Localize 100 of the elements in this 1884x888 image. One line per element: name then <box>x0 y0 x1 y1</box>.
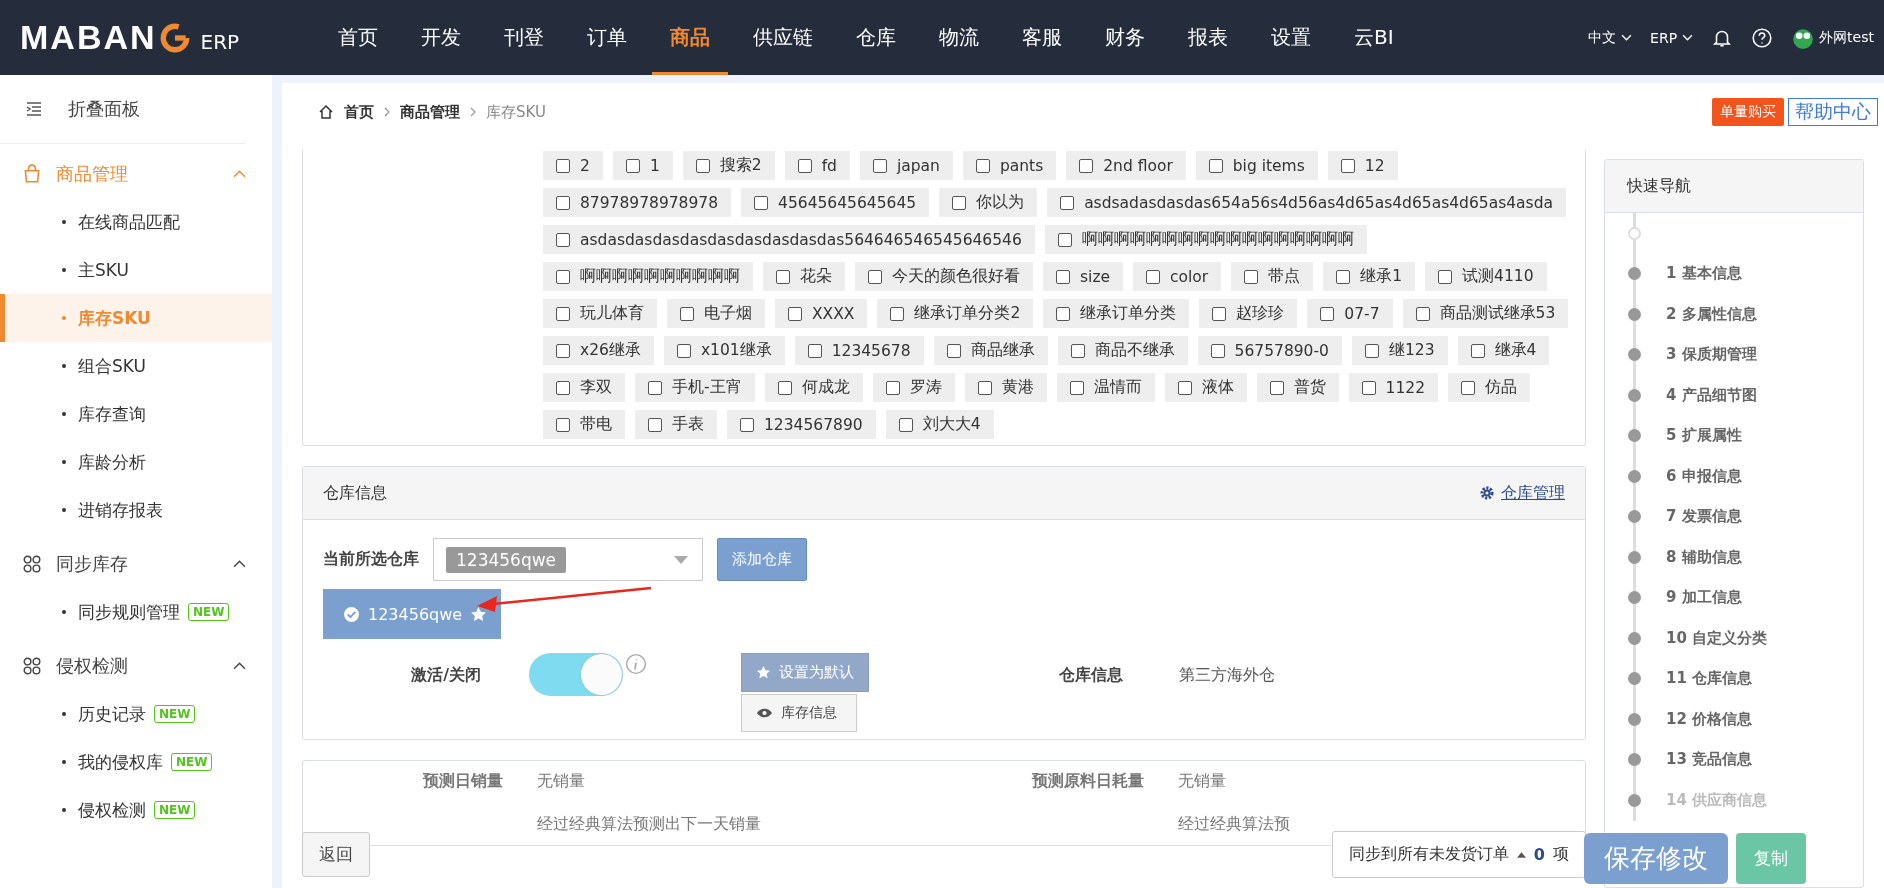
quick-nav-link[interactable]: 6 申报信息 <box>1666 466 1742 486</box>
tag-checkbox[interactable]: 1 <box>612 151 673 180</box>
breadcrumb-link[interactable]: 首页 <box>344 102 374 122</box>
tag-checkbox[interactable]: 玩儿体育 <box>543 299 657 328</box>
quick-nav-link[interactable]: 10 自定义分类 <box>1666 628 1768 648</box>
sidebar-item[interactable]: 库龄分析 <box>0 438 272 486</box>
quick-nav-link[interactable]: 12 价格信息 <box>1666 709 1753 729</box>
nav-tab[interactable]: 物流 <box>921 0 997 75</box>
tag-checkbox[interactable]: 手机-王宵 <box>635 373 755 402</box>
sidebar-item[interactable]: 侵权检测 NEW <box>0 786 272 834</box>
quick-nav-link[interactable]: 11 仓库信息 <box>1666 669 1753 689</box>
quick-nav-link[interactable]: 9 加工信息 <box>1666 588 1742 608</box>
tag-checkbox[interactable]: 何成龙 <box>764 373 863 402</box>
sync-dropdown[interactable]: 同步到所有未发货订单 0 项 <box>1331 831 1586 878</box>
help-icon[interactable] <box>1751 26 1774 49</box>
nav-tab[interactable]: 仓库 <box>838 0 914 75</box>
tag-checkbox[interactable]: 手表 <box>635 410 717 439</box>
nav-tab[interactable]: 首页 <box>320 0 396 75</box>
tag-checkbox[interactable]: 商品不继承 <box>1057 336 1188 365</box>
system-dropdown[interactable]: ERP <box>1650 29 1694 46</box>
quick-nav-link[interactable]: 2 多属性信息 <box>1666 304 1757 324</box>
tag-checkbox[interactable]: 你以为 <box>939 188 1038 217</box>
tag-checkbox[interactable]: pants <box>962 151 1057 180</box>
stock-info-button[interactable]: 库存信息 <box>741 694 857 732</box>
tag-checkbox[interactable]: 液体 <box>1164 373 1247 402</box>
tag-checkbox[interactable]: 继123 <box>1351 336 1448 365</box>
tag-checkbox[interactable]: 带点 <box>1231 262 1314 291</box>
tag-checkbox[interactable]: 1122 <box>1348 373 1439 402</box>
nav-tab[interactable]: 刊登 <box>486 0 562 75</box>
nav-tab[interactable]: 财务 <box>1087 0 1163 75</box>
sidebar-item[interactable]: 进销存报表 <box>0 486 272 534</box>
tag-checkbox[interactable]: japan <box>859 151 953 180</box>
tag-checkbox[interactable]: 12 <box>1327 151 1398 180</box>
sidebar-item[interactable]: 同步规则管理 NEW <box>0 588 272 636</box>
tag-checkbox[interactable]: 商品继承 <box>933 336 1048 365</box>
user-name[interactable]: 外网test <box>1819 28 1874 47</box>
nav-tab[interactable]: 商品 <box>652 0 728 75</box>
language-dropdown[interactable]: 中文 <box>1588 28 1633 47</box>
quick-nav-link[interactable]: 4 产品细节图 <box>1666 385 1757 405</box>
sidebar-item[interactable]: 在线商品匹配 <box>0 198 272 246</box>
logo[interactable]: MABAN <box>20 18 157 57</box>
quick-nav-link[interactable]: 8 辅助信息 <box>1666 547 1742 567</box>
tag-checkbox[interactable]: 商品测试继承53 <box>1402 299 1569 328</box>
quick-nav-link[interactable]: 5 扩展属性 <box>1666 426 1742 446</box>
sidebar-item[interactable]: 库存查询 <box>0 390 272 438</box>
nav-tab[interactable]: 客服 <box>1004 0 1080 75</box>
sidebar-item[interactable]: 历史记录 NEW <box>0 690 272 738</box>
tag-checkbox[interactable]: 1234567890 <box>727 410 876 439</box>
tag-checkbox[interactable]: 87978978978978 <box>543 188 732 217</box>
tag-checkbox[interactable]: size <box>1043 262 1124 291</box>
tag-checkbox[interactable]: 花朵 <box>763 262 845 291</box>
tag-checkbox[interactable]: 继承4 <box>1457 336 1550 365</box>
tag-checkbox[interactable]: color <box>1133 262 1222 291</box>
quick-nav-link[interactable]: 7 发票信息 <box>1666 507 1742 527</box>
sidebar-item[interactable]: 我的侵权库 NEW <box>0 738 272 786</box>
tag-checkbox[interactable]: 搜索2 <box>682 151 775 180</box>
tag-checkbox[interactable]: 56757890-0 <box>1197 336 1342 365</box>
breadcrumb-link[interactable]: 商品管理 <box>400 102 460 122</box>
tag-checkbox[interactable]: 啊啊啊啊啊啊啊啊啊啊 <box>543 262 753 291</box>
collapse-panel-button[interactable]: 折叠面板 <box>0 75 246 144</box>
tag-checkbox[interactable]: 温情而 <box>1056 373 1155 402</box>
tag-checkbox[interactable]: 2 <box>543 151 603 180</box>
tag-checkbox[interactable]: 继承1 <box>1323 262 1416 291</box>
tag-checkbox[interactable]: 试测4110 <box>1425 262 1547 291</box>
tag-checkbox[interactable]: 继承订单分类2 <box>877 299 1034 328</box>
active-toggle[interactable] <box>529 653 623 696</box>
sidebar-group[interactable]: 侵权检测 <box>0 642 272 690</box>
quick-nav-link[interactable]: 13 竞品信息 <box>1666 750 1753 770</box>
tag-checkbox[interactable]: 李双 <box>543 373 625 402</box>
tag-checkbox[interactable]: 赵珍珍 <box>1199 299 1298 328</box>
tag-checkbox[interactable]: 2nd floor <box>1066 151 1186 180</box>
nav-tab[interactable]: 设置 <box>1253 0 1329 75</box>
quick-nav-link[interactable]: 1 基本信息 <box>1666 264 1742 284</box>
tag-checkbox[interactable]: 仿品 <box>1448 373 1531 402</box>
tag-checkbox[interactable]: big items <box>1195 151 1318 180</box>
tag-checkbox[interactable]: 12345678 <box>794 336 924 365</box>
tag-checkbox[interactable]: 07-7 <box>1307 299 1393 328</box>
nav-tab[interactable]: 订单 <box>569 0 645 75</box>
tag-checkbox[interactable]: 45645645645645 <box>741 188 930 217</box>
tag-checkbox[interactable]: 今天的颜色很好看 <box>855 262 1033 291</box>
tag-checkbox[interactable]: 刘大大4 <box>885 410 994 439</box>
sidebar-item[interactable]: 组合SKU <box>0 342 272 390</box>
nav-tab[interactable]: 报表 <box>1170 0 1246 75</box>
nav-tab[interactable]: 供应链 <box>735 0 831 75</box>
tag-checkbox[interactable]: 啊啊啊啊啊啊啊啊啊啊啊啊啊啊啊啊啊 <box>1044 225 1367 254</box>
tag-checkbox[interactable]: x26继承 <box>543 336 654 365</box>
tag-checkbox[interactable]: 继承订单分类 <box>1043 299 1190 328</box>
tag-checkbox[interactable]: asdsadasdasdas654a56s4d56as4d65as4d65as4d65as4asda <box>1047 188 1566 217</box>
tag-checkbox[interactable]: 罗涛 <box>872 373 955 402</box>
back-button[interactable]: 返回 <box>302 832 370 877</box>
tag-checkbox[interactable]: XXXX <box>775 299 868 328</box>
tag-checkbox[interactable]: 带电 <box>543 410 625 439</box>
tag-checkbox[interactable]: 黄港 <box>964 373 1047 402</box>
sidebar-item[interactable]: 主SKU <box>0 246 272 294</box>
tag-checkbox[interactable]: fd <box>784 151 850 180</box>
help-center-button[interactable]: 帮助中心 <box>1788 98 1878 126</box>
nav-tab[interactable]: 云BI <box>1336 0 1412 75</box>
tag-checkbox[interactable]: 电子烟 <box>667 299 765 328</box>
sidebar-group[interactable]: 同步库存 <box>0 540 272 588</box>
tag-checkbox[interactable]: x101继承 <box>663 336 785 365</box>
